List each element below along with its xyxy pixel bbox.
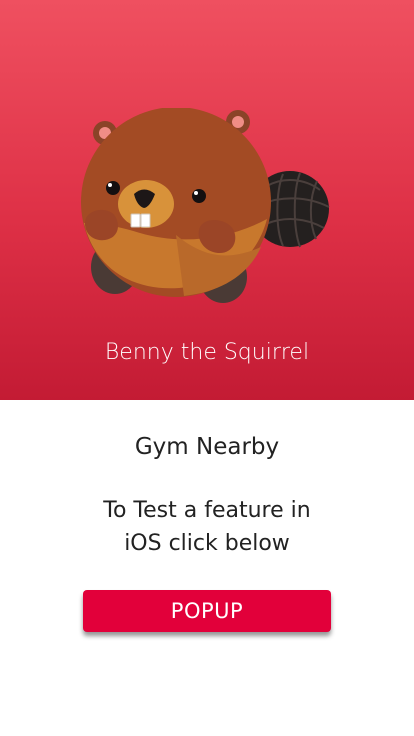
app-screen: Benny the Squirrel Gym Nearby To Test a … xyxy=(0,0,414,736)
beaver-mascot-icon xyxy=(81,108,330,303)
gym-nearby-label: Gym Nearby xyxy=(134,434,280,460)
popup-button[interactable]: POPUP xyxy=(83,590,331,632)
hero-title: Benny the Squirrel xyxy=(104,340,310,365)
feature-instructions: To Test a feature in iOS click below xyxy=(57,494,357,560)
hero-header: Benny the Squirrel xyxy=(0,0,414,400)
beaver-left-eye-icon xyxy=(106,181,120,195)
feature-line-2: iOS click below xyxy=(124,531,290,556)
beaver-right-eye-icon xyxy=(192,189,206,203)
feature-line-1: To Test a feature in xyxy=(103,498,311,523)
